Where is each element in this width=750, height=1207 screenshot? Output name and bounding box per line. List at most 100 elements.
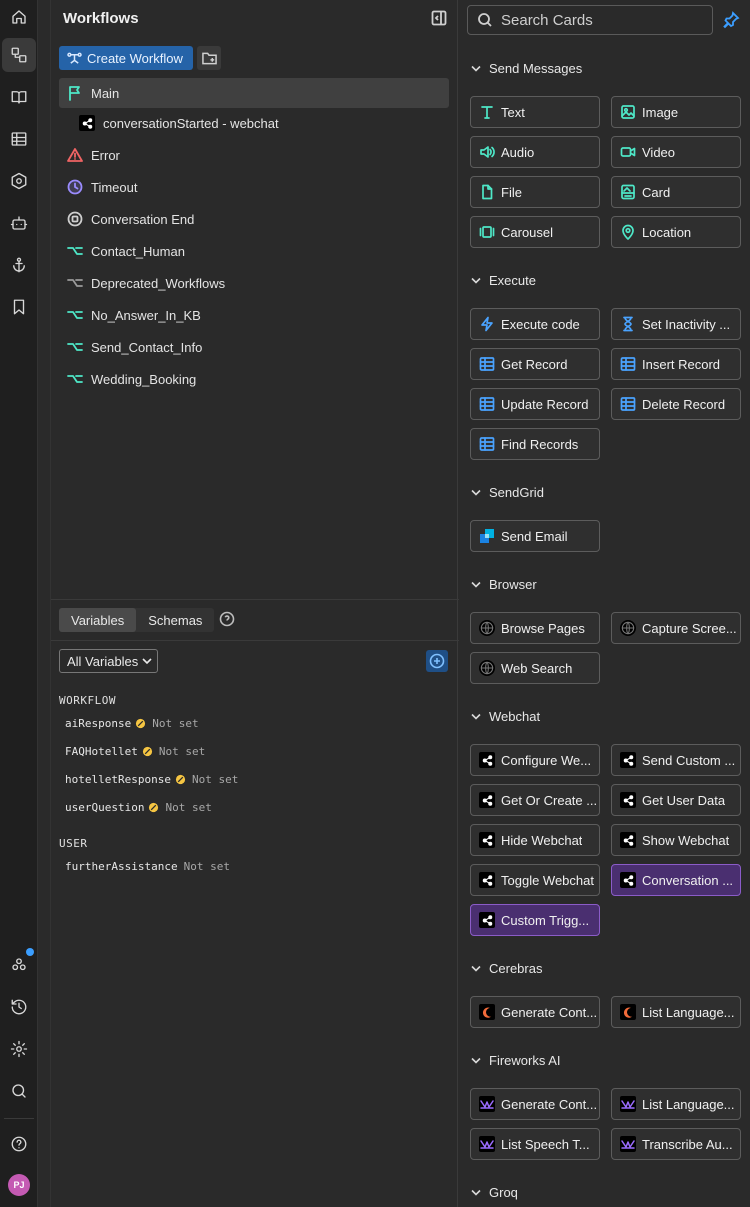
workflow-item-contact-human[interactable]: Contact_Human [59, 236, 449, 266]
card-location[interactable]: Location [611, 216, 741, 248]
table-icon[interactable] [2, 122, 36, 156]
card-fireworks-transcribe[interactable]: Transcribe Au... [611, 1128, 741, 1160]
card-text[interactable]: Text [470, 96, 600, 128]
card-file[interactable]: File [470, 176, 600, 208]
card-capture-screenshot[interactable]: Capture Scree... [611, 612, 741, 644]
card-fireworks-list-speech[interactable]: List Speech T... [470, 1128, 600, 1160]
card-card[interactable]: Card [611, 176, 741, 208]
card-delete-record[interactable]: Delete Record [611, 388, 741, 420]
search-icon [478, 13, 492, 27]
collapse-panel-icon[interactable] [431, 10, 447, 26]
variable-row[interactable]: hotelletResponse Not set [65, 773, 238, 786]
section-browser[interactable]: Browser [471, 577, 537, 592]
section-webchat[interactable]: Webchat [471, 709, 540, 724]
location-icon [620, 224, 636, 240]
section-send-messages[interactable]: Send Messages [471, 61, 582, 76]
table-icon [620, 356, 636, 372]
card-send-custom-event[interactable]: Send Custom ... [611, 744, 741, 776]
book-icon[interactable] [2, 80, 36, 114]
avatar[interactable]: PJ [8, 1174, 30, 1196]
workflow-item-wedding[interactable]: Wedding_Booking [59, 364, 449, 394]
variable-row[interactable]: furtherAssistance Not set [65, 860, 230, 873]
share-icon [479, 752, 495, 768]
tab-variables[interactable]: Variables [59, 608, 137, 632]
card-show-webchat[interactable]: Show Webchat [611, 824, 741, 856]
workflows-icon[interactable] [2, 38, 36, 72]
history-icon[interactable] [2, 990, 36, 1024]
add-variable-button[interactable] [426, 650, 448, 672]
section-sendgrid[interactable]: SendGrid [471, 485, 544, 500]
card-conversation-started[interactable]: Conversation ... [611, 864, 741, 896]
help-icon[interactable] [2, 1127, 36, 1161]
card-cerebras-list-models[interactable]: List Language... [611, 996, 741, 1028]
workflow-item-timeout[interactable]: Timeout [59, 172, 449, 202]
card-get-user-data[interactable]: Get User Data [611, 784, 741, 816]
card-hide-webchat[interactable]: Hide Webchat [470, 824, 600, 856]
section-fireworks[interactable]: Fireworks AI [471, 1053, 561, 1068]
section-execute[interactable]: Execute [471, 273, 536, 288]
workflow-item-main[interactable]: Main [59, 78, 449, 108]
home-icon[interactable] [2, 0, 36, 34]
workflow-item-conversation-end[interactable]: Conversation End [59, 204, 449, 234]
card-label: Get User Data [642, 792, 726, 808]
card-set-inactivity[interactable]: Set Inactivity ... [611, 308, 741, 340]
card-toggle-webchat[interactable]: Toggle Webchat [470, 864, 600, 896]
hexagon-icon[interactable] [2, 164, 36, 198]
card-custom-trigger[interactable]: Custom Trigg... [470, 904, 600, 936]
search-input[interactable] [501, 11, 701, 29]
section-title: Execute [489, 273, 536, 288]
card-insert-record[interactable]: Insert Record [611, 348, 741, 380]
workflow-label: Main [91, 85, 120, 101]
card-web-search[interactable]: Web Search [470, 652, 600, 684]
new-folder-button[interactable] [197, 46, 221, 70]
warning-icon [175, 774, 186, 785]
card-label: Toggle Webchat [501, 872, 594, 888]
card-carousel[interactable]: Carousel [470, 216, 600, 248]
workflow-item-no-answer[interactable]: No_Answer_In_KB [59, 300, 449, 330]
card-audio[interactable]: Audio [470, 136, 600, 168]
create-workflow-button[interactable]: Create Workflow [59, 46, 193, 70]
warning-icon [148, 802, 159, 813]
tab-schemas[interactable]: Schemas [136, 608, 214, 632]
card-fireworks-generate[interactable]: Generate Cont... [470, 1088, 600, 1120]
text-icon [479, 104, 495, 120]
card-label: Execute code [501, 316, 580, 332]
variables-filter-select[interactable]: All Variables [59, 649, 158, 673]
share-icon [620, 792, 636, 808]
card-browse-pages[interactable]: Browse Pages [470, 612, 600, 644]
workflow-item-send-contact[interactable]: Send_Contact_Info [59, 332, 449, 362]
card-execute-code[interactable]: Execute code [470, 308, 600, 340]
workflow-item-deprecated[interactable]: Deprecated_Workflows [59, 268, 449, 298]
card-update-record[interactable]: Update Record [470, 388, 600, 420]
card-configure-webchat[interactable]: Configure We... [470, 744, 600, 776]
card-fireworks-list-models[interactable]: List Language... [611, 1088, 741, 1120]
workflow-item-conversation-started[interactable]: conversationStarted - webchat [59, 108, 449, 138]
variable-row[interactable]: aiResponse Not set [65, 717, 199, 730]
card-get-or-create-user[interactable]: Get Or Create ... [470, 784, 600, 816]
flag-icon [69, 86, 80, 101]
globe-icon [479, 620, 495, 636]
share-icon [479, 832, 495, 848]
section-groq[interactable]: Groq [471, 1185, 518, 1200]
workflow-item-error[interactable]: Error [59, 140, 449, 170]
card-cerebras-generate[interactable]: Generate Cont... [470, 996, 600, 1028]
search-box[interactable] [467, 5, 713, 35]
card-find-records[interactable]: Find Records [470, 428, 600, 460]
card-video[interactable]: Video [611, 136, 741, 168]
gear-icon[interactable] [2, 1032, 36, 1066]
card-get-record[interactable]: Get Record [470, 348, 600, 380]
variable-name: aiResponse [65, 717, 132, 730]
variable-row[interactable]: userQuestion Not set [65, 801, 212, 814]
card-image[interactable]: Image [611, 96, 741, 128]
variable-row[interactable]: FAQHotellet Not set [65, 745, 205, 758]
card-label: Delete Record [642, 396, 726, 412]
anchor-icon[interactable] [2, 248, 36, 282]
search-icon[interactable] [2, 1074, 36, 1108]
bookmark-icon[interactable] [2, 290, 36, 324]
stop-circle-icon [67, 211, 83, 227]
help-circle-icon[interactable] [219, 611, 235, 627]
section-cerebras[interactable]: Cerebras [471, 961, 542, 976]
pin-icon[interactable] [722, 11, 740, 29]
bot-icon[interactable] [2, 206, 36, 240]
card-send-email[interactable]: Send Email [470, 520, 600, 552]
